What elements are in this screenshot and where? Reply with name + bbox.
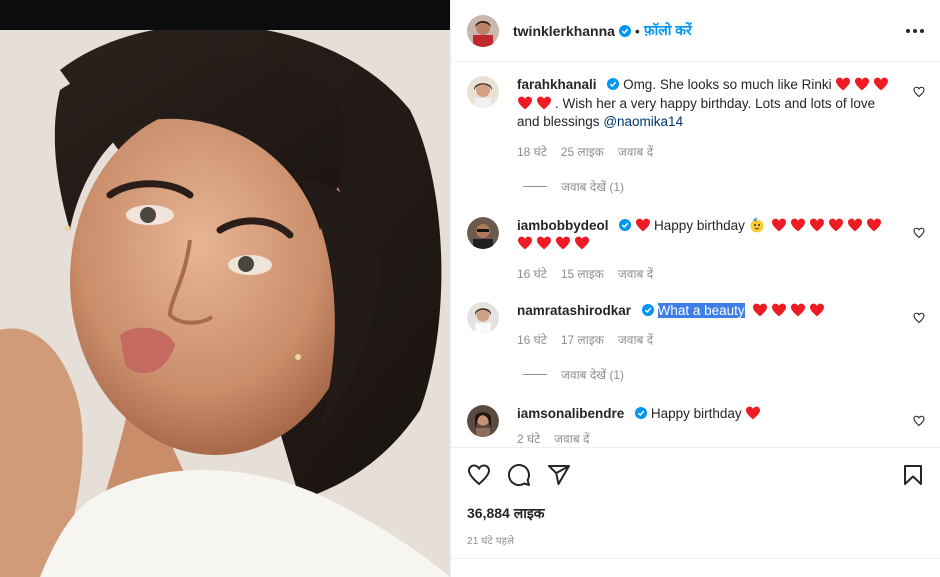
- red-heart-emoji-icon: [772, 303, 787, 316]
- comment-body: Happy birthday: [654, 217, 745, 233]
- comment-username[interactable]: iambobbydeol: [517, 218, 609, 233]
- comment-time: 16 घंटे: [517, 333, 547, 347]
- comment-text: farahkhanali Omg. She looks so much like…: [517, 76, 897, 132]
- comment-meta: 18 घंटे 25 लाइक जवाब दें: [517, 143, 897, 160]
- comment-text: namratashirodkar What a beauty: [517, 302, 897, 321]
- post-header: twinklerkhanna • फ़ॉलो करें: [451, 0, 940, 62]
- comment-time: 16 घंटे: [517, 266, 547, 281]
- verified-icon: [641, 303, 654, 316]
- reply-button[interactable]: जवाब दें: [618, 143, 653, 160]
- heart-emoji: [635, 218, 654, 233]
- comment-bubble-icon[interactable]: [507, 463, 531, 487]
- comment-text: iambobbydeol Happy birthday: [517, 216, 897, 254]
- comment-body: Omg. She looks so much like Rinki: [623, 77, 832, 92]
- red-heart-emoji-icon: [829, 218, 844, 231]
- comment-body-cont: Wish her a very happy birthday. Lots and…: [517, 95, 876, 130]
- like-count[interactable]: 36,884 लाइक: [467, 504, 925, 523]
- red-heart-emoji-icon: [791, 303, 806, 316]
- verified-icon: [607, 78, 620, 90]
- post-time[interactable]: 21 घंटे पहले: [467, 533, 925, 547]
- heart-emoji-group: [745, 406, 764, 421]
- reply-button[interactable]: जवाब दें: [554, 430, 589, 447]
- red-heart-emoji-icon: [855, 77, 870, 91]
- add-comment-bar[interactable]: [451, 558, 940, 577]
- mention-link[interactable]: @naomika14: [603, 114, 683, 129]
- comment-likes[interactable]: 25 लाइक: [561, 143, 604, 160]
- comment-username[interactable]: farahkhanali: [517, 77, 597, 92]
- comment-body: Happy birthday: [650, 406, 742, 421]
- header-separator: •: [634, 22, 640, 39]
- comment-meta: 16 घंटे 15 लाइक जवाब दें: [517, 265, 897, 282]
- verified-icon: [635, 407, 648, 419]
- post-actions: 36,884 लाइक 21 घंटे पहले: [451, 447, 940, 547]
- paper-plane-icon[interactable]: [547, 463, 571, 487]
- red-heart-emoji-icon: [791, 218, 806, 231]
- red-heart-emoji-icon: [537, 96, 551, 109]
- comment-like-icon[interactable]: [913, 312, 925, 324]
- comment-body-selected: What a beauty: [657, 302, 745, 318]
- comment-likes[interactable]: 15 लाइक: [561, 265, 604, 282]
- comment-like-icon[interactable]: [913, 415, 925, 427]
- comment-item: namratashirodkar What a beauty 16 घंटे 1…: [467, 301, 925, 349]
- verified-icon: [618, 24, 631, 37]
- view-replies-label: जवाब देखें (1): [561, 368, 625, 382]
- reply-button[interactable]: जवाब दें: [618, 265, 653, 282]
- red-heart-emoji-icon: [518, 96, 532, 109]
- comment-time: 2 घंटे: [517, 431, 541, 446]
- image-top-bar: [0, 0, 450, 30]
- comment-text: iamsonalibendre Happy birthday: [517, 405, 897, 424]
- view-replies-button[interactable]: जवाब देखें (1): [523, 178, 925, 195]
- red-heart-emoji-icon: [556, 236, 570, 250]
- comment-username[interactable]: namratashirodkar: [517, 303, 631, 318]
- reply-button[interactable]: जवाब दें: [618, 331, 653, 348]
- view-replies-label: जवाब देखें (1): [561, 179, 625, 194]
- red-heart-emoji-icon: [746, 406, 761, 420]
- post-panel: twinklerkhanna • फ़ॉलो करें farahkhanali…: [450, 0, 940, 577]
- heart-emoji-group: [752, 303, 828, 318]
- red-heart-emoji-icon: [575, 236, 589, 250]
- author-avatar[interactable]: [467, 14, 499, 47]
- bookmark-icon[interactable]: [901, 463, 925, 487]
- portrait-illustration: [0, 30, 450, 577]
- author-username[interactable]: twinklerkhanna: [513, 23, 615, 39]
- comment-item: iamsonalibendre Happy birthday 2 घंटे जव…: [467, 405, 925, 447]
- view-replies-button[interactable]: जवाब देखें (1): [523, 366, 925, 383]
- post-image: [0, 0, 450, 577]
- comment-item: farahkhanali Omg. She looks so much like…: [467, 76, 925, 160]
- comment-item: iambobbydeol Happy birthday 16 घंटे 15 ल…: [467, 216, 925, 282]
- commenter-avatar[interactable]: [467, 76, 499, 108]
- comment-like-icon[interactable]: [913, 227, 925, 239]
- red-heart-emoji-icon: [772, 218, 787, 231]
- red-heart-emoji-icon: [810, 218, 825, 231]
- comment-meta: 16 घंटे 17 लाइक जवाब दें: [517, 331, 897, 348]
- more-options-icon[interactable]: [906, 23, 924, 39]
- verified-icon: [619, 218, 632, 231]
- red-heart-emoji-icon: [867, 218, 882, 231]
- comments-list[interactable]: farahkhanali Omg. She looks so much like…: [451, 62, 940, 447]
- red-heart-emoji-icon: [753, 303, 768, 316]
- commenter-avatar[interactable]: [467, 216, 499, 249]
- red-heart-emoji-icon: [537, 236, 551, 250]
- comment-likes[interactable]: 17 लाइक: [561, 331, 604, 348]
- red-heart-emoji-icon: [636, 218, 651, 231]
- red-heart-emoji-icon: [836, 77, 851, 91]
- comment-username[interactable]: iamsonalibendre: [517, 406, 624, 421]
- heart-outline-icon[interactable]: [467, 463, 491, 487]
- red-heart-emoji-icon: [874, 77, 889, 91]
- comment-time: 18 घंटे: [517, 144, 547, 159]
- action-icon-row: [467, 448, 925, 502]
- follow-button[interactable]: फ़ॉलो करें: [644, 21, 692, 40]
- red-heart-emoji-icon: [518, 236, 532, 250]
- red-heart-emoji-icon: [848, 218, 863, 231]
- party-face-emoji-icon: [750, 216, 764, 232]
- author-avatar-image: [467, 14, 499, 47]
- commenter-avatar[interactable]: [467, 301, 499, 334]
- red-heart-emoji-icon: [810, 303, 825, 316]
- comment-meta: 2 घंटे जवाब दें: [517, 430, 897, 447]
- commenter-avatar[interactable]: [467, 405, 499, 437]
- comment-like-icon[interactable]: [913, 86, 925, 98]
